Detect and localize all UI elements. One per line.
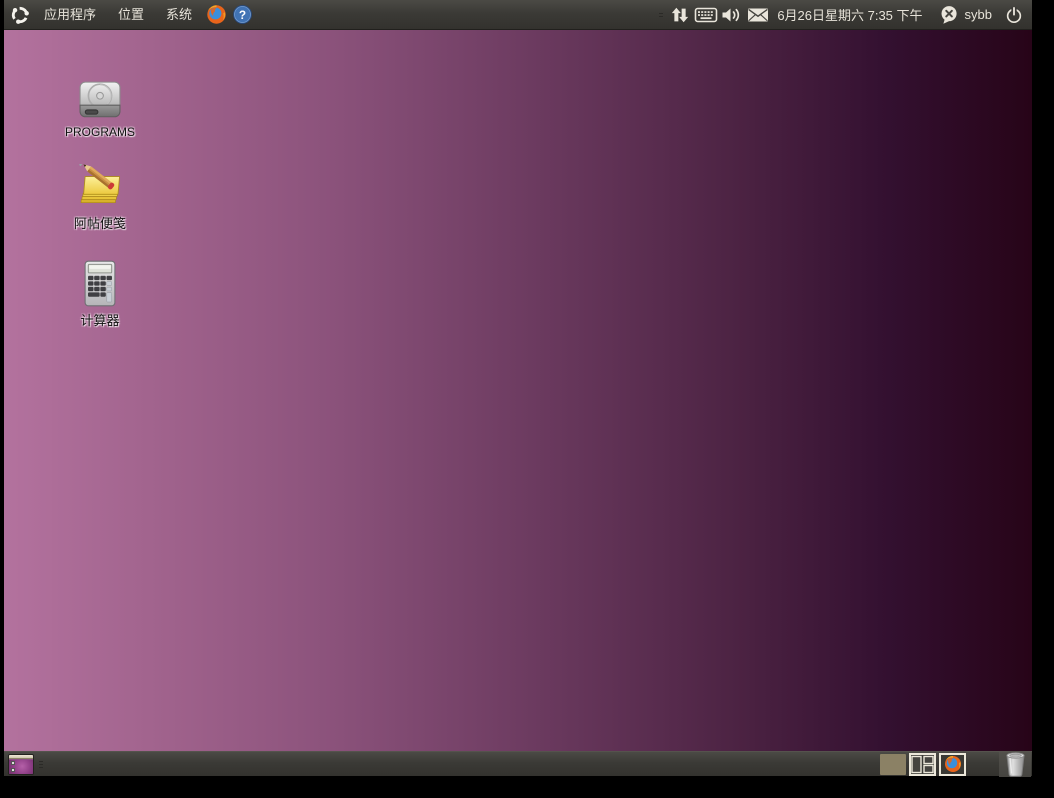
- session-menu-button[interactable]: [1000, 0, 1028, 30]
- desktop-icon-label: 阿帖便笺: [73, 216, 126, 231]
- mini-desktop-icon: [11, 760, 15, 765]
- hard-disk-icon: [79, 81, 121, 118]
- window-list-grip-handle[interactable]: [39, 749, 45, 779]
- user-status-offline-icon: [941, 6, 957, 24]
- firefox-icon: [206, 5, 226, 24]
- svg-text:?: ?: [238, 8, 245, 22]
- workspace-2-windows[interactable]: [909, 752, 936, 776]
- workspace-3-firefox[interactable]: [939, 752, 966, 776]
- power-icon: [1006, 6, 1022, 23]
- me-menu[interactable]: sybb: [931, 0, 1000, 30]
- show-desktop-button[interactable]: [8, 753, 34, 775]
- calculator-icon: [84, 260, 116, 307]
- desktop-screen: 应用程序 位置 系统 ? 6月26日星期六 7:35 下午 sybb PROGR…: [4, 0, 1032, 779]
- mini-window-titlebar: [9, 754, 33, 759]
- envelope-icon: [748, 8, 769, 21]
- firefox-launcher[interactable]: [204, 3, 228, 27]
- main-menu-button[interactable]: [8, 3, 32, 27]
- volume-indicator[interactable]: [719, 0, 745, 30]
- messages-indicator[interactable]: [745, 0, 771, 30]
- keyboard-icon: [695, 7, 718, 22]
- clock[interactable]: 6月26日星期六 7:35 下午: [771, 5, 930, 24]
- username-label: sybb: [964, 7, 992, 22]
- menu-system[interactable]: 系统: [155, 0, 203, 30]
- top-panel: 应用程序 位置 系统 ? 6月26日星期六 7:35 下午 sybb: [4, 0, 1032, 30]
- desktop-icon-programs[interactable]: PROGRAMS: [58, 76, 142, 139]
- desktop-workspace[interactable]: PROGRAMS 阿帖便笺 计算器: [4, 30, 1032, 751]
- bottom-panel: [4, 749, 1032, 779]
- workspace-1-active[interactable]: [880, 753, 906, 775]
- top-panel-right: 6月26日星期六 7:35 下午 sybb: [659, 0, 1032, 30]
- trash-applet[interactable]: [999, 751, 1031, 777]
- desktop-icon-xpad[interactable]: 阿帖便笺: [58, 164, 142, 232]
- sticky-notes-icon: [79, 164, 120, 203]
- ubuntu-logo-icon: [11, 6, 29, 24]
- help-launcher[interactable]: ?: [230, 3, 254, 27]
- window-layout-icon: [911, 755, 934, 773]
- menu-places[interactable]: 位置: [107, 0, 155, 30]
- network-traffic-indicator[interactable]: [667, 0, 693, 30]
- speaker-icon: [722, 8, 740, 21]
- bottom-panel-right: [880, 751, 1032, 777]
- desktop-icon-label: 计算器: [80, 313, 120, 328]
- mini-desktop: [9, 759, 33, 774]
- updown-arrows-icon: [672, 7, 689, 22]
- keyboard-indicator[interactable]: [693, 0, 719, 30]
- indicator-grip-handle[interactable]: [659, 0, 665, 30]
- menu-applications[interactable]: 应用程序: [33, 0, 107, 30]
- desktop-icon-calculator[interactable]: 计算器: [58, 260, 142, 329]
- help-icon: ?: [232, 5, 252, 24]
- mini-desktop-icon: [11, 767, 15, 772]
- desktop-icon-label: PROGRAMS: [64, 125, 135, 139]
- trash-icon: [1005, 751, 1025, 777]
- firefox-icon: [944, 755, 961, 772]
